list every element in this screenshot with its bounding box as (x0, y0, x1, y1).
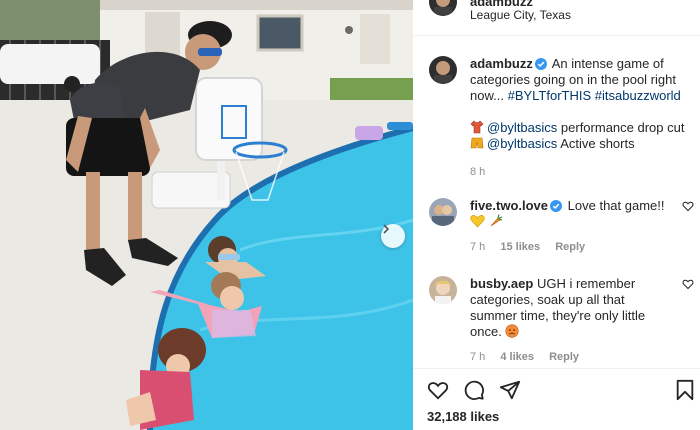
sad-face-emoji-icon (505, 324, 520, 338)
carrot-emoji-icon (490, 214, 503, 227)
post-location[interactable]: League City, Texas (470, 8, 571, 22)
post-side-panel: adambuzz League City, Texas adambuzz An … (413, 0, 700, 430)
comment-text: Love that game!! (567, 198, 665, 213)
comment-meta: 7 h 4 likes Reply (470, 351, 591, 363)
verified-badge-icon (534, 58, 547, 70)
shorts-product-text: Active shorts (560, 136, 635, 151)
comment-text-block: five.two.love Love that game!! (470, 198, 670, 230)
shirt-emoji-icon (470, 120, 484, 134)
comment-likes[interactable]: 4 likes (500, 351, 534, 363)
caption-text-block: adambuzz An intense game of categories g… (470, 56, 692, 152)
caption-shorts-line: @byltbasics Active shorts (470, 136, 692, 152)
pool-scene-image (0, 0, 413, 430)
caption-author-avatar[interactable] (429, 56, 457, 84)
caption-shirt-line: @byltbasics performance drop cut (470, 120, 692, 136)
mention-byltbasics-shirt[interactable]: @byltbasics (487, 120, 557, 135)
commenter-avatar[interactable] (429, 198, 457, 226)
chevron-right-icon (383, 224, 390, 234)
comment-like-heart-icon[interactable] (682, 200, 694, 212)
comment-emojis (470, 214, 670, 230)
author-avatar-image (429, 0, 457, 16)
likes-count[interactable]: 32,188 likes (427, 409, 499, 424)
caption-avatar-image (429, 56, 457, 84)
comment-time[interactable]: 7 h (470, 241, 485, 253)
next-photo-button[interactable] (381, 224, 405, 248)
comment-meta: 7 h 15 likes Reply (470, 241, 597, 253)
commenter-avatar[interactable] (429, 276, 457, 304)
comment-username[interactable]: five.two.love (470, 198, 548, 213)
shirt-product-text: performance drop cut (560, 120, 685, 135)
post-header: adambuzz League City, Texas (413, 0, 700, 36)
comment-reply-button[interactable]: Reply (555, 241, 585, 253)
comment-reply-button[interactable]: Reply (549, 351, 579, 363)
bookmark-icon[interactable] (675, 379, 695, 401)
commenter-avatar-image (429, 198, 457, 226)
verified-badge-icon (550, 200, 563, 212)
share-icon[interactable] (499, 379, 521, 401)
hashtag-itsabuzzworld[interactable]: #itsabuzzworld (595, 88, 681, 103)
mention-byltbasics-shorts[interactable]: @byltbasics (487, 136, 557, 151)
commenter-avatar-image (429, 276, 457, 304)
caption-username[interactable]: adambuzz (470, 56, 533, 71)
author-avatar[interactable] (429, 0, 457, 16)
comment-text-block: busby.aep UGH i remember categories, soa… (470, 276, 670, 340)
shorts-emoji-icon (470, 137, 484, 149)
heart-icon[interactable] (427, 379, 449, 401)
comment-like-heart-icon[interactable] (682, 278, 694, 290)
post-action-bar: 32,188 likes (413, 368, 700, 430)
comment-username[interactable]: busby.aep (470, 276, 533, 291)
yellow-heart-emoji-icon (470, 215, 485, 228)
hashtag-byltforthis[interactable]: #BYLTforTHIS (508, 88, 592, 103)
caption-timestamp[interactable]: 8 h (470, 166, 485, 178)
post-photo[interactable] (0, 0, 413, 430)
comment-time[interactable]: 7 h (470, 351, 485, 363)
comment-likes[interactable]: 15 likes (500, 241, 540, 253)
comment-icon[interactable] (463, 379, 485, 401)
